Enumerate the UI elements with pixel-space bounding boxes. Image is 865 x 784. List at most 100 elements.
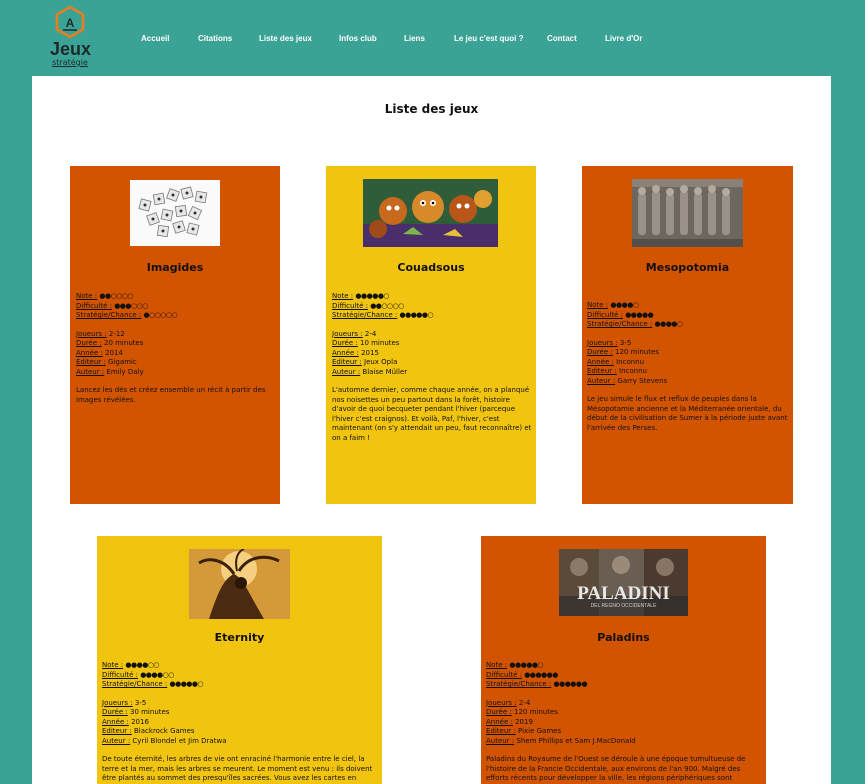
site-header: A Jeux stratégie Accueil Citations Liste…	[0, 0, 865, 76]
annee-value: 2015	[361, 348, 379, 357]
annee-label: Année :	[102, 717, 129, 726]
strategie-rating: ●●●●●○	[399, 311, 434, 319]
difficulte-label: Difficulté :	[102, 670, 138, 679]
duree-value: 10 minutes	[359, 339, 400, 347]
auteur-value: Cyril Blondel et Jim Dratwa	[132, 736, 227, 745]
nav-contact[interactable]: Contact	[547, 34, 577, 43]
duree-value: 120 minutes	[614, 348, 659, 356]
bas-relief-photo	[632, 179, 743, 247]
game-card-paladins[interactable]: PALADINI DEL REGNO OCCIDENTALE Paladins …	[481, 536, 766, 784]
annee-label: Année :	[332, 348, 359, 357]
dice-icon	[130, 180, 220, 246]
strategie-label: Stratégie/Chance :	[332, 311, 398, 319]
game-title: Couadsous	[397, 261, 465, 274]
game-details: Note : ●●○○○○ Difficulté : ●●●○○○ Straté…	[76, 292, 276, 405]
main-content: Liste des jeux Imagides Note: ●●○○○○ Di…	[32, 76, 831, 784]
duree-value: 20 minutes	[103, 339, 144, 347]
joueurs-value: 2-4	[518, 698, 531, 707]
auteur-value: Emily Daly	[106, 367, 144, 376]
joueurs-value: 2-12	[108, 329, 125, 338]
cover-subtitle: DEL REGNO OCCIDENTALE	[591, 603, 658, 609]
duree-label: Durée :	[486, 708, 512, 716]
nav-infos-club[interactable]: Infos club	[339, 34, 377, 43]
nav-le-jeu-cest-quoi[interactable]: Le jeu c'est quoi ?	[454, 34, 523, 43]
duree-value: 120 minutes	[513, 708, 558, 716]
game-title: Eternity	[214, 631, 265, 644]
game-card-imagides[interactable]: Imagides Note : ●●○○○○ Difficulté : ●●●○…	[70, 166, 280, 504]
auteur-value: Garry Stevens	[617, 376, 668, 385]
auteur-label: Auteur :	[76, 367, 105, 376]
nav-accueil[interactable]: Accueil	[141, 34, 169, 43]
site-logo[interactable]: A Jeux stratégie	[50, 5, 92, 73]
auteur-label: Auteur :	[486, 736, 515, 745]
game-details: Note : ●●●●●○ Difficulté : ●●○○○○ Straté…	[332, 292, 532, 443]
nav-citations[interactable]: Citations	[198, 34, 232, 43]
duree-label: Durée :	[76, 339, 102, 347]
joueurs-label: Joueurs :	[587, 338, 618, 347]
duree-value: 30 minutes	[129, 708, 170, 716]
strategie-rating: ●○○○○○	[143, 311, 178, 319]
logo-title: Jeux	[50, 39, 92, 59]
auteur-label: Auteur :	[102, 736, 131, 745]
annee-label: Année :	[76, 348, 103, 357]
game-details: Note : ●●●●●○ Difficulté : ●●●●●● Straté…	[486, 661, 762, 784]
annee-label: Année :	[486, 717, 513, 726]
auteur-value: Blaise Müller	[362, 367, 408, 376]
annee-label: Année :	[587, 357, 614, 366]
game-details: Note : ●●●●○ Difficulté : ●●●●● Stratégi…	[587, 301, 789, 433]
difficulte-label: Difficulté :	[486, 670, 522, 679]
joueurs-label: Joueurs :	[332, 329, 363, 338]
editeur-value: Gigamic	[108, 358, 137, 366]
nav-liste-des-jeux[interactable]: Liste des jeux	[259, 34, 312, 43]
logo-subtitle: stratégie	[52, 58, 88, 67]
strategie-label: Stratégie/Chance :	[76, 311, 142, 319]
duree-label: Durée :	[102, 708, 128, 716]
editeur-value: Pixie Games	[518, 727, 562, 735]
note-label: Note :	[332, 292, 354, 300]
game-card-couadsous[interactable]: Couadsous Note : ●●●●●○ Difficulté : ●●○…	[326, 166, 536, 504]
game-description: Paladins du Royaume de l'Ouest se déroul…	[486, 755, 746, 782]
annee-value: 2016	[131, 717, 149, 726]
auteur-value: Shem Phillips et Sam J.MacDonald	[516, 736, 636, 745]
joueurs-value: 3-5	[619, 338, 632, 347]
strategie-rating: ●●●●○	[654, 320, 683, 328]
note-rating: ●●●●○○	[125, 661, 160, 669]
joueurs-label: Joueurs :	[76, 329, 107, 338]
joueurs-label: Joueurs :	[486, 698, 517, 707]
tree-woman-illustration	[189, 549, 290, 619]
auteur-label: Auteur :	[332, 367, 361, 376]
difficulte-label: Difficulté :	[76, 301, 112, 310]
editeur-label: Editeur :	[76, 358, 106, 366]
nav-livre-dor[interactable]: Livre d'Or	[605, 34, 642, 43]
note-rating: ●●●●●○	[509, 661, 544, 669]
game-description: De toute éternité, les arbres de vie ont…	[102, 755, 373, 782]
note-rating: ●●○○○○	[99, 292, 134, 300]
editeur-value: Inconnu	[619, 367, 647, 375]
duree-label: Durée :	[332, 339, 358, 347]
cover-title: PALADINI	[577, 583, 670, 604]
difficulte-rating: ●●●●○○	[140, 670, 174, 679]
game-description: L'automne dernier, comme chaque année, o…	[332, 386, 532, 442]
duree-label: Durée :	[587, 348, 613, 356]
hexagon-logo-icon: A	[55, 5, 85, 39]
note-label: Note :	[587, 301, 609, 309]
difficulte-rating: ●●●○○○	[114, 301, 148, 310]
strategie-rating: ●●●●●●	[553, 680, 588, 688]
game-card-mesopotomia[interactable]: Mesopotomia Note : ●●●●○ Difficulté : ●●…	[582, 166, 793, 504]
strategie-label: Stratégie/Chance :	[102, 680, 168, 688]
nav-liens[interactable]: Liens	[404, 34, 425, 43]
note-label: Note :	[486, 661, 508, 669]
game-card-eternity[interactable]: Eternity Note : ●●●●○○ Difficulté : ●●●●…	[97, 536, 382, 784]
joueurs-label: Joueurs :	[102, 698, 133, 707]
difficulte-rating: ●●●●●●	[524, 670, 558, 679]
paladins-cover: PALADINI DEL REGNO OCCIDENTALE	[559, 549, 688, 616]
squirrels-illustration	[363, 179, 498, 247]
game-title: Imagides	[146, 261, 204, 274]
joueurs-value: 3-5	[134, 698, 147, 707]
game-details: Note : ●●●●○○ Difficulté : ●●●●○○ Straté…	[102, 661, 378, 784]
difficulte-label: Difficulté :	[332, 301, 368, 310]
difficulte-rating: ●●●●●	[625, 310, 654, 319]
strategie-label: Stratégie/Chance :	[486, 680, 552, 688]
joueurs-value: 2-4	[364, 329, 377, 338]
annee-value: 2019	[515, 717, 533, 726]
